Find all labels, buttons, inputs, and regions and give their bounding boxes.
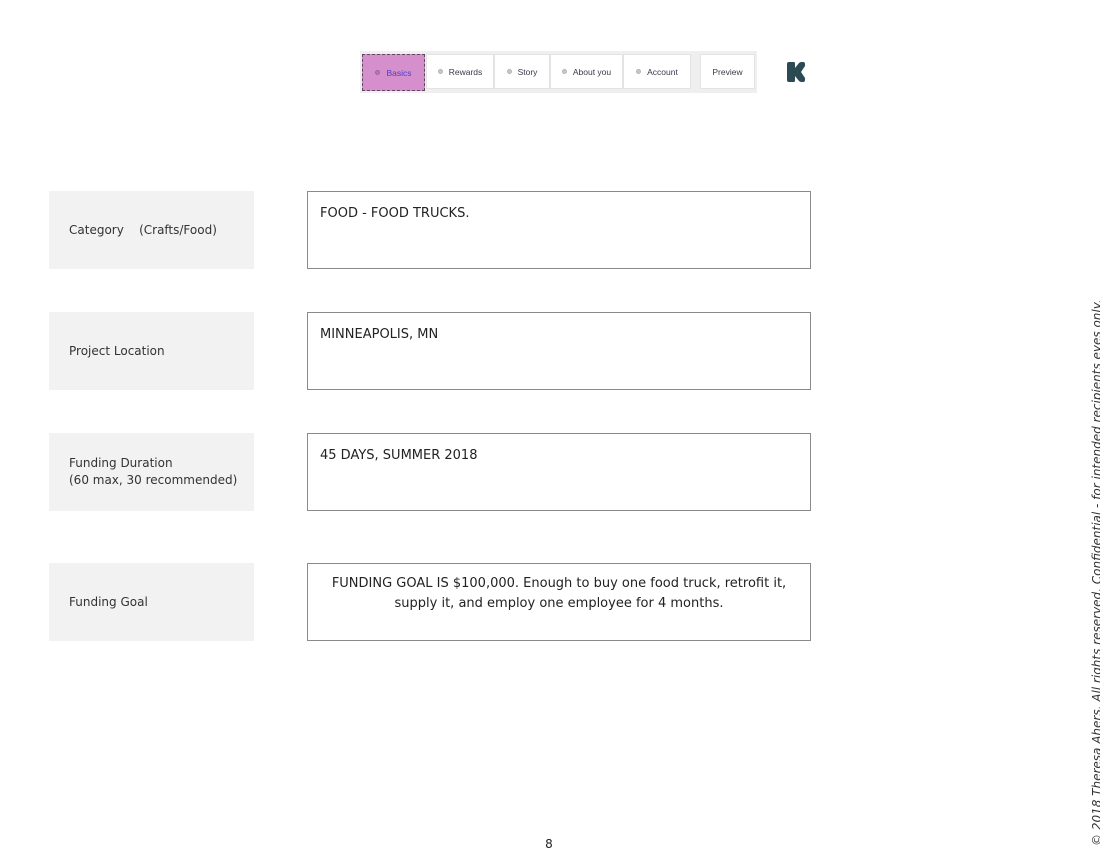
tab-about-you[interactable]: About you: [550, 54, 623, 89]
status-dot-icon: [375, 70, 381, 75]
funding-goal-field[interactable]: FUNDING GOAL IS $100,000. Enough to buy …: [307, 563, 811, 641]
tab-label: Story: [517, 66, 538, 77]
form-row-project-location: Project Location MINNEAPOLIS, MN: [49, 312, 811, 390]
funding-duration-field[interactable]: 45 DAYS, SUMMER 2018: [307, 433, 811, 511]
field-label-funding-duration: Funding Duration (60 max, 30 recommended…: [49, 433, 254, 511]
tab-label: Account: [647, 66, 678, 77]
preview-label: Preview: [712, 66, 743, 77]
project-location-field[interactable]: MINNEAPOLIS, MN: [307, 312, 811, 390]
page-number: 8: [545, 837, 553, 851]
tab-rewards[interactable]: Rewards: [426, 54, 494, 89]
copyright-notice: © 2018 Theresa Ahers. All rights reserve…: [1090, 299, 1100, 846]
tab-label: Rewards: [448, 66, 483, 77]
category-field[interactable]: FOOD - FOOD TRUCKS.: [307, 191, 811, 269]
form-row-funding-duration: Funding Duration (60 max, 30 recommended…: [49, 433, 811, 511]
kickstarter-logo-icon[interactable]: [787, 62, 805, 82]
status-dot-icon: [561, 69, 567, 74]
status-dot-icon: [636, 69, 642, 74]
field-label-funding-goal: Funding Goal: [49, 563, 254, 641]
preview-button[interactable]: Preview: [700, 54, 755, 89]
project-nav-tabs: Basics Rewards Story About you Account P…: [360, 51, 757, 93]
field-label-project-location: Project Location: [49, 312, 254, 390]
tab-story[interactable]: Story: [494, 54, 550, 89]
tab-account[interactable]: Account: [623, 54, 691, 89]
field-label-category: Category (Crafts/Food): [49, 191, 254, 269]
form-row-funding-goal: Funding Goal FUNDING GOAL IS $100,000. E…: [49, 563, 811, 641]
status-dot-icon: [506, 69, 512, 74]
form-row-category: Category (Crafts/Food) FOOD - FOOD TRUCK…: [49, 191, 811, 269]
status-dot-icon: [437, 69, 443, 74]
tab-label: Basics: [386, 67, 412, 78]
tab-label: About you: [572, 66, 612, 77]
tab-basics[interactable]: Basics: [362, 54, 425, 91]
